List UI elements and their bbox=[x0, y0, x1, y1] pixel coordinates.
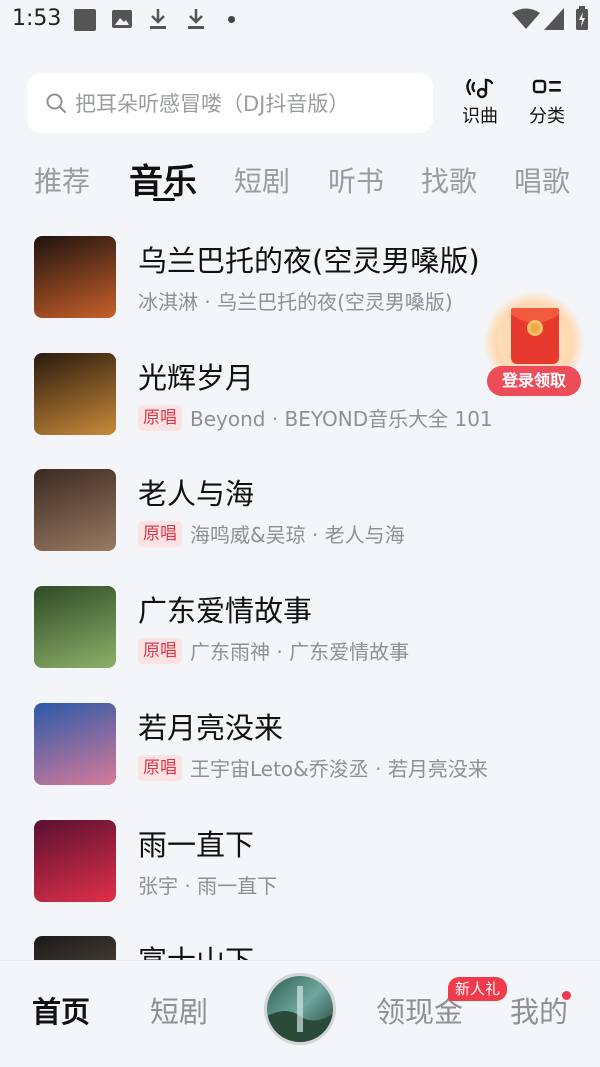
song-row[interactable]: 雨一直下 张宇 · 雨一直下 bbox=[0, 802, 600, 918]
tab-music[interactable]: 音乐 bbox=[129, 154, 197, 203]
song-title: 光辉岁月 bbox=[138, 361, 255, 395]
album-cover bbox=[34, 353, 116, 435]
battery-icon bbox=[576, 6, 588, 30]
music-recognition-icon bbox=[466, 78, 494, 99]
red-envelope-icon bbox=[511, 308, 559, 364]
identify-label: 识曲 bbox=[462, 106, 498, 127]
login-claim-label: 登录领取 bbox=[487, 366, 581, 396]
song-subtitle: 原唱 海鸣威&吴琼 · 老人与海 bbox=[138, 519, 405, 548]
status-time: 1:53 bbox=[12, 6, 62, 31]
song-row[interactable]: 广东爱情故事 原唱 广东雨神 · 广东爱情故事 bbox=[0, 568, 600, 684]
song-artist-album: 王宇宙Leto&乔浚丞 · 若月亮没来 bbox=[190, 757, 488, 781]
song-title: 富士山下 bbox=[138, 938, 254, 960]
original-singer-badge: 原唱 bbox=[138, 520, 182, 547]
original-singer-badge: 原唱 bbox=[138, 637, 182, 664]
image-icon bbox=[112, 10, 132, 28]
song-subtitle: 原唱 Beyond · BEYOND音乐大全 101 bbox=[138, 403, 493, 432]
song-row[interactable]: 富士山下 bbox=[0, 918, 600, 960]
identify-song-button[interactable]: 识曲 bbox=[452, 76, 508, 128]
song-subtitle: 冰淇淋 · 乌兰巴托的夜(空灵男嗓版) bbox=[138, 286, 453, 315]
tab-find-song[interactable]: 找歌 bbox=[421, 160, 477, 200]
download-icon bbox=[188, 9, 204, 29]
song-artist-album: 广东雨神 · 广东爱情故事 bbox=[190, 640, 410, 664]
song-subtitle: 张宇 · 雨一直下 bbox=[138, 870, 277, 899]
song-title: 老人与海 bbox=[138, 477, 255, 511]
song-artist-album: 张宇 · 雨一直下 bbox=[138, 874, 278, 898]
signal-icon bbox=[544, 8, 564, 30]
album-cover bbox=[34, 820, 116, 902]
song-artist-album: 冰淇淋 · 乌兰巴托的夜(空灵男嗓版) bbox=[138, 290, 453, 314]
song-artist-album: Beyond · BEYOND音乐大全 101 bbox=[190, 407, 493, 431]
notification-dot bbox=[562, 991, 571, 1000]
bottom-nav: 首页 短剧 领现金 新人礼 我的 bbox=[0, 960, 600, 1067]
nav-home[interactable]: 首页 bbox=[32, 989, 90, 1031]
search-icon bbox=[46, 93, 66, 113]
search-bar[interactable]: 把耳朵听感冒喽（DJ抖音版） bbox=[27, 73, 433, 133]
active-tab-indicator bbox=[153, 198, 175, 201]
now-playing-cover-art bbox=[267, 976, 333, 1042]
status-bar: 1:53 bbox=[0, 0, 600, 40]
album-cover bbox=[34, 703, 116, 785]
tab-sing[interactable]: 唱歌 bbox=[514, 160, 570, 200]
original-singer-badge: 原唱 bbox=[138, 404, 182, 431]
song-subtitle: 原唱 王宇宙Leto&乔浚丞 · 若月亮没来 bbox=[138, 753, 488, 782]
song-title: 广东爱情故事 bbox=[138, 594, 313, 628]
login-reward-promo[interactable]: 登录领取 bbox=[484, 292, 584, 402]
search-placeholder: 把耳朵听感冒喽（DJ抖音版） bbox=[75, 92, 350, 116]
download-icon bbox=[150, 9, 166, 29]
original-singer-badge: 原唱 bbox=[138, 754, 182, 781]
category-tabs: 推荐 音乐 短剧 听书 找歌 唱歌 bbox=[0, 150, 600, 210]
album-cover bbox=[34, 586, 116, 668]
song-subtitle: 原唱 广东雨神 · 广东爱情故事 bbox=[138, 636, 409, 665]
category-icon bbox=[532, 79, 561, 94]
app-notification-icon bbox=[74, 9, 96, 31]
category-label: 分类 bbox=[529, 106, 565, 127]
song-row[interactable]: 若月亮没来 原唱 王宇宙Leto&乔浚丞 · 若月亮没来 bbox=[0, 685, 600, 801]
tab-recommend[interactable]: 推荐 bbox=[34, 160, 90, 200]
new-user-gift-badge: 新人礼 bbox=[448, 977, 508, 1001]
album-cover bbox=[34, 469, 116, 551]
album-cover bbox=[34, 936, 116, 960]
song-title: 乌兰巴托的夜(空灵男嗓版) bbox=[138, 244, 480, 278]
more-notifications-icon bbox=[228, 16, 235, 23]
album-cover bbox=[34, 236, 116, 318]
song-row[interactable]: 老人与海 原唱 海鸣威&吴琼 · 老人与海 bbox=[0, 451, 600, 567]
tab-short-drama[interactable]: 短剧 bbox=[234, 160, 290, 200]
now-playing-disc[interactable] bbox=[264, 973, 336, 1045]
nav-short-drama[interactable]: 短剧 bbox=[150, 989, 208, 1031]
wifi-icon bbox=[512, 8, 540, 29]
nav-mine[interactable]: 我的 bbox=[510, 989, 568, 1031]
song-title: 若月亮没来 bbox=[138, 711, 284, 745]
song-title: 雨一直下 bbox=[138, 828, 255, 862]
tab-audiobook[interactable]: 听书 bbox=[328, 160, 384, 200]
category-button[interactable]: 分类 bbox=[519, 76, 575, 128]
song-artist-album: 海鸣威&吴琼 · 老人与海 bbox=[190, 523, 405, 547]
